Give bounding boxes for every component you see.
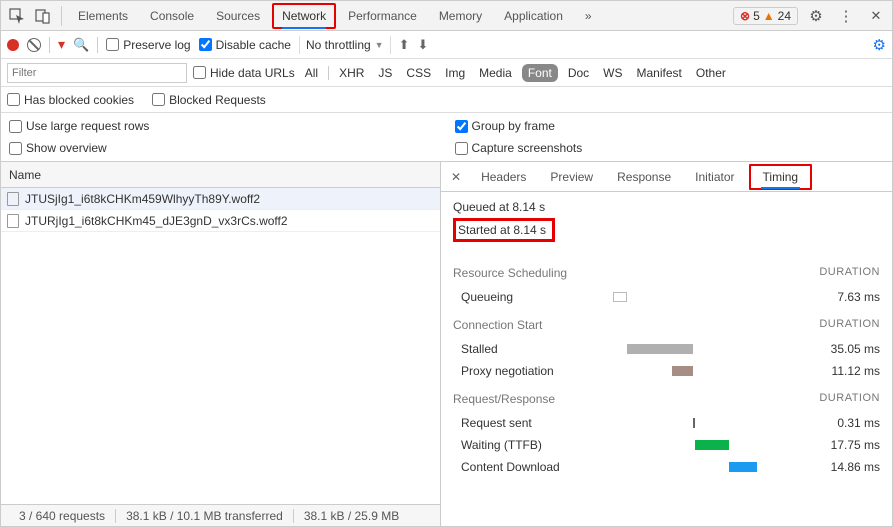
chevron-down-icon: ▼ (375, 40, 384, 50)
tab-more[interactable]: » (575, 3, 602, 29)
blocked-requests-checkbox[interactable]: Blocked Requests (152, 93, 266, 107)
request-name: JTUSjIg1_i6t8kCHKm459WlhyyTh89Y.woff2 (25, 192, 260, 206)
section-scheduling: Resource Scheduling DURATION (453, 266, 880, 280)
show-overview-checkbox[interactable]: Show overview (9, 141, 439, 155)
preserve-log-checkbox[interactable]: Preserve log (106, 38, 190, 52)
kebab-menu-icon[interactable]: ⋮ (834, 4, 858, 28)
metric-proxy: Proxy negotiation 11.12 ms (453, 360, 880, 382)
clear-button[interactable] (27, 38, 41, 52)
tab-network[interactable]: Network (272, 3, 336, 29)
error-warning-badge[interactable]: ⊗5 ▲24 (733, 7, 798, 25)
status-requests: 3 / 640 requests (9, 509, 116, 523)
timing-body: Queued at 8.14 s Started at 8.14 s Resou… (441, 192, 892, 526)
metric-ttfb: Waiting (TTFB) 17.75 ms (453, 434, 880, 456)
section-connection: Connection Start DURATION (453, 318, 880, 332)
has-blocked-cookies-checkbox[interactable]: Has blocked cookies (7, 93, 134, 107)
started-at: Started at 8.14 s (453, 218, 555, 242)
blocked-filter-row: Has blocked cookies Blocked Requests (1, 87, 892, 113)
filter-type-media[interactable]: Media (475, 64, 516, 82)
network-settings-icon[interactable]: ⚙ (873, 36, 886, 54)
detail-tab-headers[interactable]: Headers (471, 164, 536, 190)
separator (61, 6, 62, 26)
detail-tab-preview[interactable]: Preview (540, 164, 603, 190)
request-name: JTURjIg1_i6t8kCHKm45_dJE3gnD_vx3rCs.woff… (25, 214, 288, 228)
separator (328, 66, 329, 80)
request-row[interactable]: JTURjIg1_i6t8kCHKm45_dJE3gnD_vx3rCs.woff… (1, 210, 440, 232)
hide-data-urls-checkbox[interactable]: Hide data URLs (193, 66, 295, 80)
filter-type-other[interactable]: Other (692, 64, 730, 82)
status-badges: ⊗5 ▲24 ⚙ ⋮ ✕ (733, 4, 888, 28)
error-icon: ⊗ (740, 9, 750, 23)
use-large-rows-checkbox[interactable]: Use large request rows (9, 119, 439, 133)
status-bar: 3 / 640 requests 38.1 kB / 10.1 MB trans… (1, 504, 440, 526)
details-tabs: ✕ Headers Preview Response Initiator Tim… (441, 162, 892, 192)
file-icon (7, 192, 19, 206)
tab-elements[interactable]: Elements (68, 3, 138, 29)
details-pane: ✕ Headers Preview Response Initiator Tim… (441, 162, 892, 526)
filter-type-css[interactable]: CSS (402, 64, 435, 82)
record-button[interactable] (7, 39, 19, 51)
filter-type-ws[interactable]: WS (599, 64, 626, 82)
devtools-top-tabs: Elements Console Sources Network Perform… (1, 1, 892, 31)
metric-stalled: Stalled 35.05 ms (453, 338, 880, 360)
network-toolbar: ▾ 🔍 Preserve log Disable cache No thrott… (1, 31, 892, 59)
request-list: JTUSjIg1_i6t8kCHKm459WlhyyTh89Y.woff2 JT… (1, 188, 440, 504)
tab-console[interactable]: Console (140, 3, 204, 29)
filter-type-img[interactable]: Img (441, 64, 469, 82)
section-reqresp: Request/Response DURATION (453, 392, 880, 406)
upload-har-icon[interactable]: ⬆ (399, 37, 410, 53)
throttling-select[interactable]: No throttling ▼ (299, 36, 391, 54)
tab-performance[interactable]: Performance (338, 3, 427, 29)
warning-icon: ▲ (763, 9, 775, 23)
warning-count: 24 (778, 9, 791, 23)
tab-memory[interactable]: Memory (429, 3, 492, 29)
filter-type-doc[interactable]: Doc (564, 64, 593, 82)
device-toggle-icon[interactable] (31, 4, 55, 28)
filter-row: Hide data URLs All XHR JS CSS Img Media … (1, 59, 892, 87)
tab-application[interactable]: Application (494, 3, 573, 29)
filter-type-all[interactable]: All (301, 64, 322, 82)
error-count: 5 (753, 9, 760, 23)
capture-screenshots-checkbox[interactable]: Capture screenshots (455, 141, 885, 155)
filter-icon[interactable]: ▾ (58, 36, 65, 53)
close-icon[interactable]: ✕ (864, 4, 888, 28)
queued-at: Queued at 8.14 s (453, 200, 880, 214)
file-icon (7, 214, 19, 228)
detail-tab-timing[interactable]: Timing (749, 164, 813, 190)
main-split: Name JTUSjIg1_i6t8kCHKm459WlhyyTh89Y.wof… (1, 162, 892, 526)
filter-type-js[interactable]: JS (374, 64, 396, 82)
filter-type-font[interactable]: Font (522, 64, 558, 82)
request-row[interactable]: JTUSjIg1_i6t8kCHKm459WlhyyTh89Y.woff2 (1, 188, 440, 210)
disable-cache-checkbox[interactable]: Disable cache (199, 38, 291, 52)
filter-type-xhr[interactable]: XHR (335, 64, 368, 82)
filter-type-manifest[interactable]: Manifest (633, 64, 686, 82)
close-details-button[interactable]: ✕ (445, 166, 467, 188)
inspect-element-icon[interactable] (5, 4, 29, 28)
download-har-icon[interactable]: ⬇ (418, 37, 429, 53)
name-column-header[interactable]: Name (1, 162, 440, 188)
metric-sent: Request sent 0.31 ms (453, 412, 880, 434)
tab-sources[interactable]: Sources (206, 3, 270, 29)
search-icon[interactable]: 🔍 (73, 37, 89, 53)
separator (97, 37, 98, 53)
metric-queueing: Queueing 7.63 ms (453, 286, 880, 308)
group-by-frame-checkbox[interactable]: Group by frame (455, 119, 885, 133)
status-resources: 38.1 kB / 25.9 MB (294, 509, 409, 523)
separator (49, 37, 50, 53)
request-list-pane: Name JTUSjIg1_i6t8kCHKm459WlhyyTh89Y.wof… (1, 162, 441, 526)
detail-tab-response[interactable]: Response (607, 164, 681, 190)
detail-tab-initiator[interactable]: Initiator (685, 164, 744, 190)
gear-icon[interactable]: ⚙ (804, 4, 828, 28)
options-row: Use large request rows Show overview Gro… (1, 113, 892, 162)
filter-input[interactable] (7, 63, 187, 83)
status-transferred: 38.1 kB / 10.1 MB transferred (116, 509, 294, 523)
metric-download: Content Download 14.86 ms (453, 456, 880, 478)
